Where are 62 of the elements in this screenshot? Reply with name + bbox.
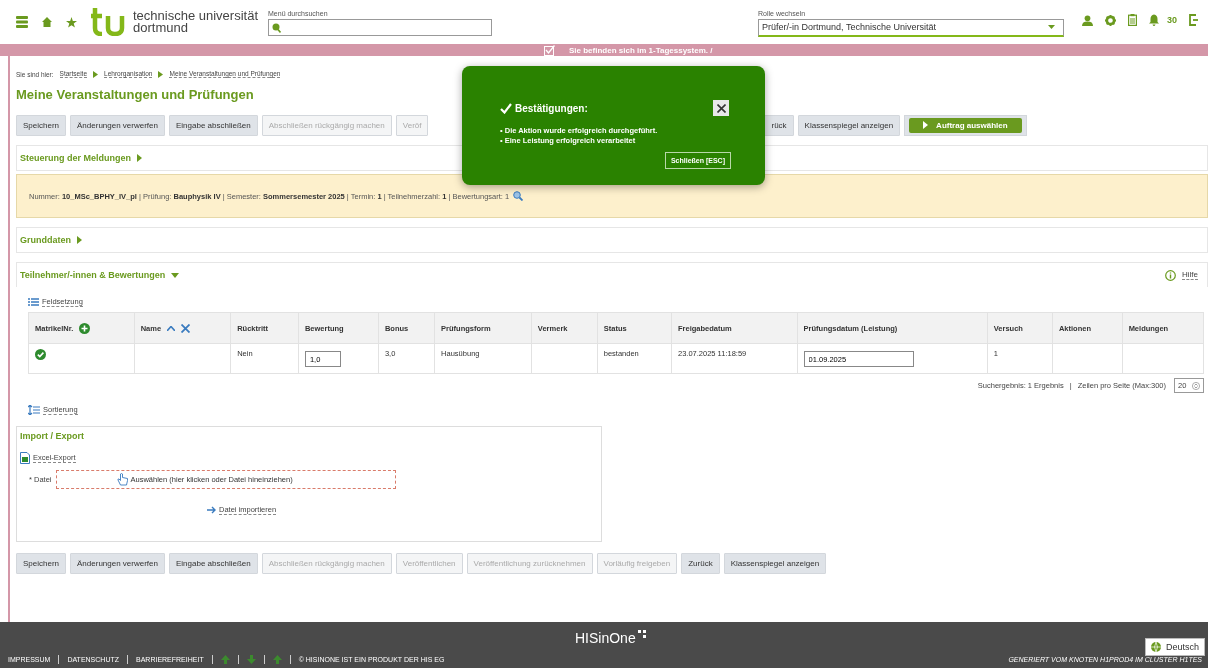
logo-text: technische universität: [133, 10, 258, 22]
toolbar-button[interactable]: rück: [764, 114, 794, 136]
section-header[interactable]: Grunddaten: [16, 227, 1208, 253]
home-icon[interactable]: [42, 17, 52, 27]
toolbar-button[interactable]: Klassenspiegel anzeigen: [797, 114, 901, 136]
toolbar-button[interactable]: Speichern: [16, 552, 67, 574]
notification-count[interactable]: 30: [1167, 15, 1178, 25]
chevron-right-icon: [923, 121, 929, 129]
logo-text: dortmund: [133, 22, 189, 34]
arrow-down-icon[interactable]: [246, 654, 256, 664]
popup-title: Bestätigungen:: [515, 102, 588, 114]
dots-icon: [637, 630, 646, 638]
star-icon[interactable]: [66, 16, 77, 28]
toolbar-button[interactable]: Änderungen verwerfen: [70, 552, 165, 574]
close-button[interactable]: [713, 100, 729, 116]
check-circle-icon: [35, 349, 46, 360]
toolbar-button[interactable]: Eingabe abschließen: [169, 114, 258, 136]
toolbar-button[interactable]: Speichern: [16, 114, 67, 136]
university-logo-icon[interactable]: [91, 8, 127, 36]
chevron-right-icon: [137, 154, 142, 162]
menu-search-field[interactable]: [268, 19, 492, 36]
stepper-icon: [1192, 381, 1200, 390]
chevron-right-icon: [158, 70, 164, 78]
sort-icon: [28, 405, 40, 415]
chevron-right-icon: [77, 236, 82, 244]
banner-text: Sie befinden sich im 1-Tagessystem. /: [569, 45, 713, 55]
footer-logo-text: HISinOne: [575, 630, 636, 646]
help-link[interactable]: Hilfe: [1182, 270, 1198, 280]
arrow-up-icon[interactable]: [272, 654, 282, 664]
checkmark-icon: [500, 102, 512, 114]
arrow-up-icon[interactable]: [220, 654, 230, 664]
role-dropdown[interactable]: Prüfer/-in Dortmund, Technische Universität: [758, 18, 1064, 37]
menu-icon[interactable]: [16, 16, 28, 28]
chevron-right-icon: [93, 70, 99, 78]
checkbox-icon: [544, 44, 555, 56]
sort-up-icon[interactable]: [167, 325, 176, 331]
chevron-down-icon: [171, 272, 180, 278]
toolbar-button[interactable]: Eingabe abschließen: [169, 552, 258, 574]
info-icon: [1165, 269, 1176, 281]
page-title: Meine Veranstaltungen und Prüfungen: [16, 87, 255, 102]
search-icon[interactable]: [513, 191, 524, 201]
add-icon[interactable]: [79, 322, 91, 334]
spreadsheet-icon: [20, 452, 30, 464]
language-button[interactable]: Deutsch: [1144, 638, 1205, 656]
panel-title: Import / Export: [20, 431, 85, 441]
hand-pointer-icon: [116, 473, 128, 486]
user-icon[interactable]: [1082, 14, 1093, 26]
settings-icon[interactable]: [1105, 14, 1116, 26]
close-icon: [716, 103, 726, 113]
section-header[interactable]: Teilnehmer/-innen & Bewertungen Hilfe: [16, 262, 1208, 287]
search-icon: [272, 22, 281, 33]
logout-icon[interactable]: [1189, 14, 1199, 26]
toolbar-button[interactable]: Änderungen verwerfen: [70, 114, 165, 136]
bell-icon[interactable]: [1149, 14, 1159, 26]
caret-icon: [1048, 25, 1055, 29]
clipboard-icon[interactable]: [1128, 14, 1137, 26]
close-icon[interactable]: [181, 323, 191, 333]
list-icon: [28, 298, 39, 306]
arrow-right-icon: [207, 506, 216, 514]
toolbar-button[interactable]: Zurück: [681, 552, 720, 574]
globe-icon: [1150, 642, 1161, 652]
toolbar-button[interactable]: Klassenspiegel anzeigen: [723, 552, 827, 574]
